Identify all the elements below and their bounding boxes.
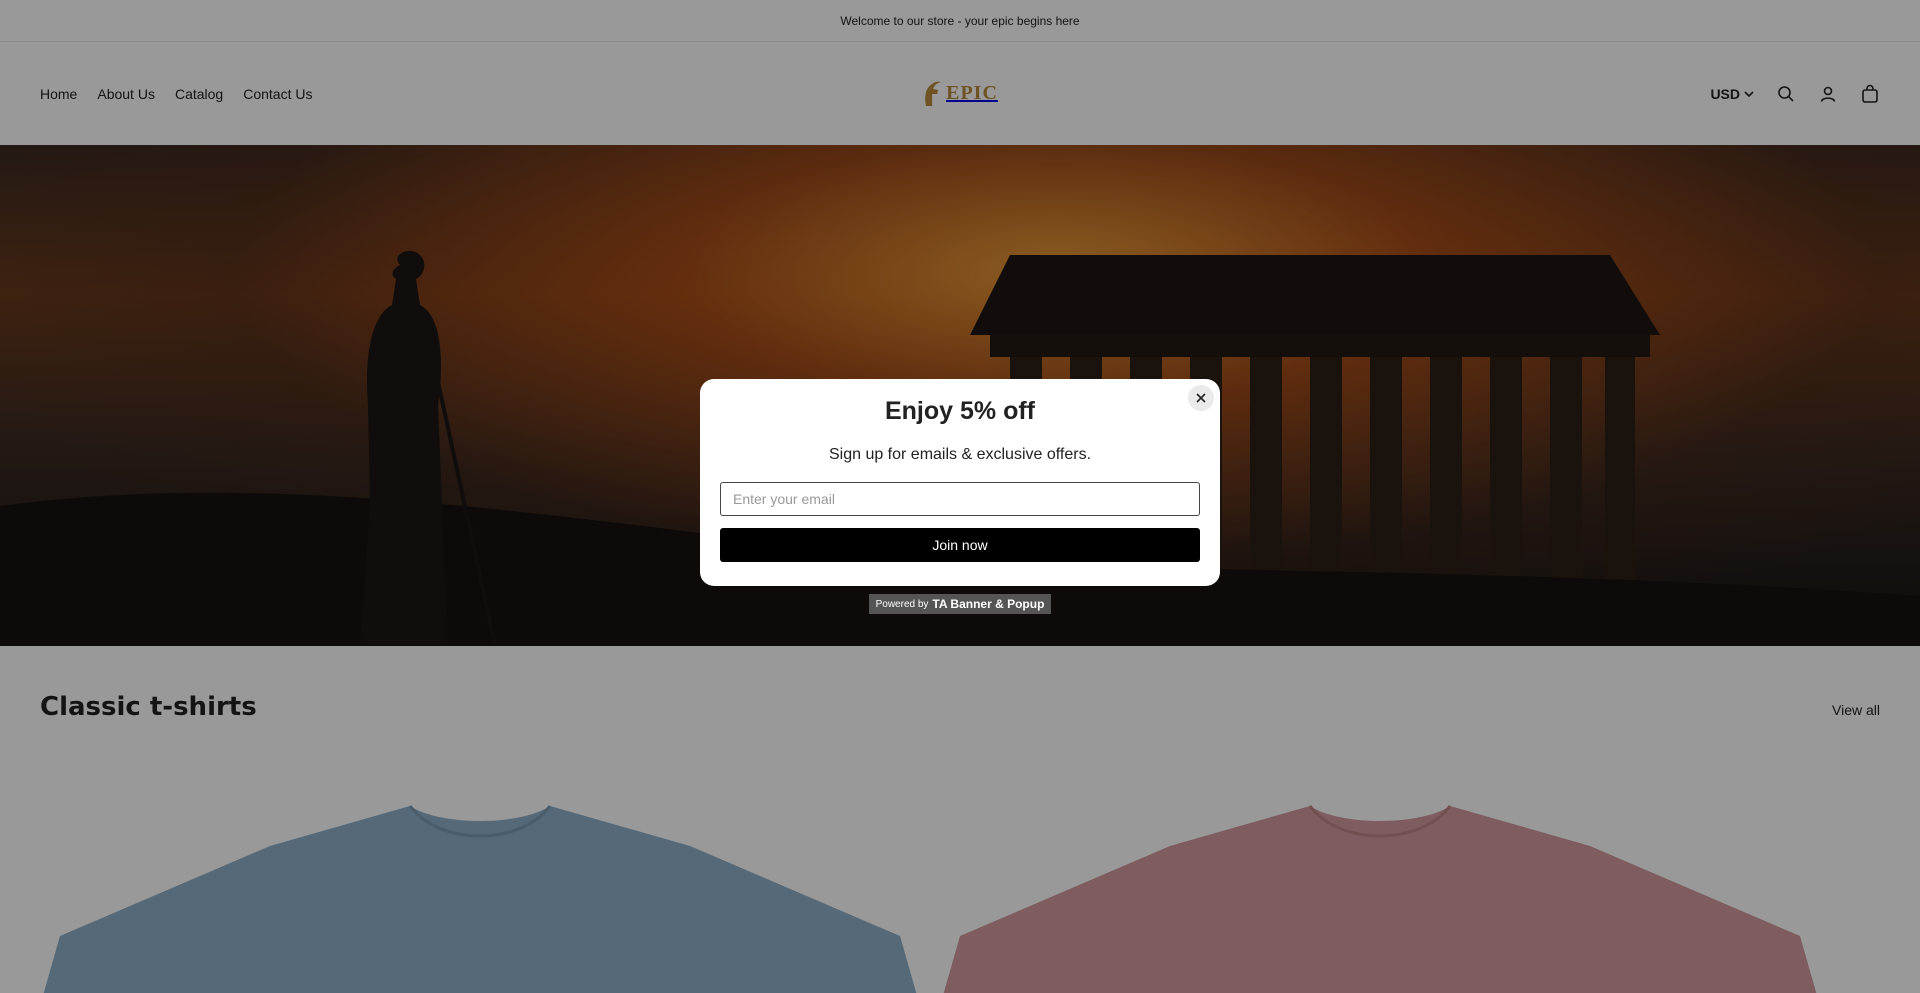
powered-by-badge[interactable]: Powered by TA Banner & Popup bbox=[869, 594, 1051, 614]
join-now-button[interactable]: Join now bbox=[720, 528, 1200, 562]
powered-by-prefix: Powered by bbox=[875, 598, 929, 610]
discount-popup: Enjoy 5% off Sign up for emails & exclus… bbox=[700, 379, 1220, 586]
popup-title: Enjoy 5% off bbox=[884, 397, 1035, 425]
popup-subtitle: Sign up for emails & exclusive offers. bbox=[828, 446, 1092, 463]
close-button[interactable] bbox=[1188, 385, 1214, 411]
powered-by-brand: TA Banner & Popup bbox=[932, 597, 1045, 611]
email-input[interactable] bbox=[720, 482, 1200, 516]
close-icon bbox=[1196, 393, 1206, 403]
